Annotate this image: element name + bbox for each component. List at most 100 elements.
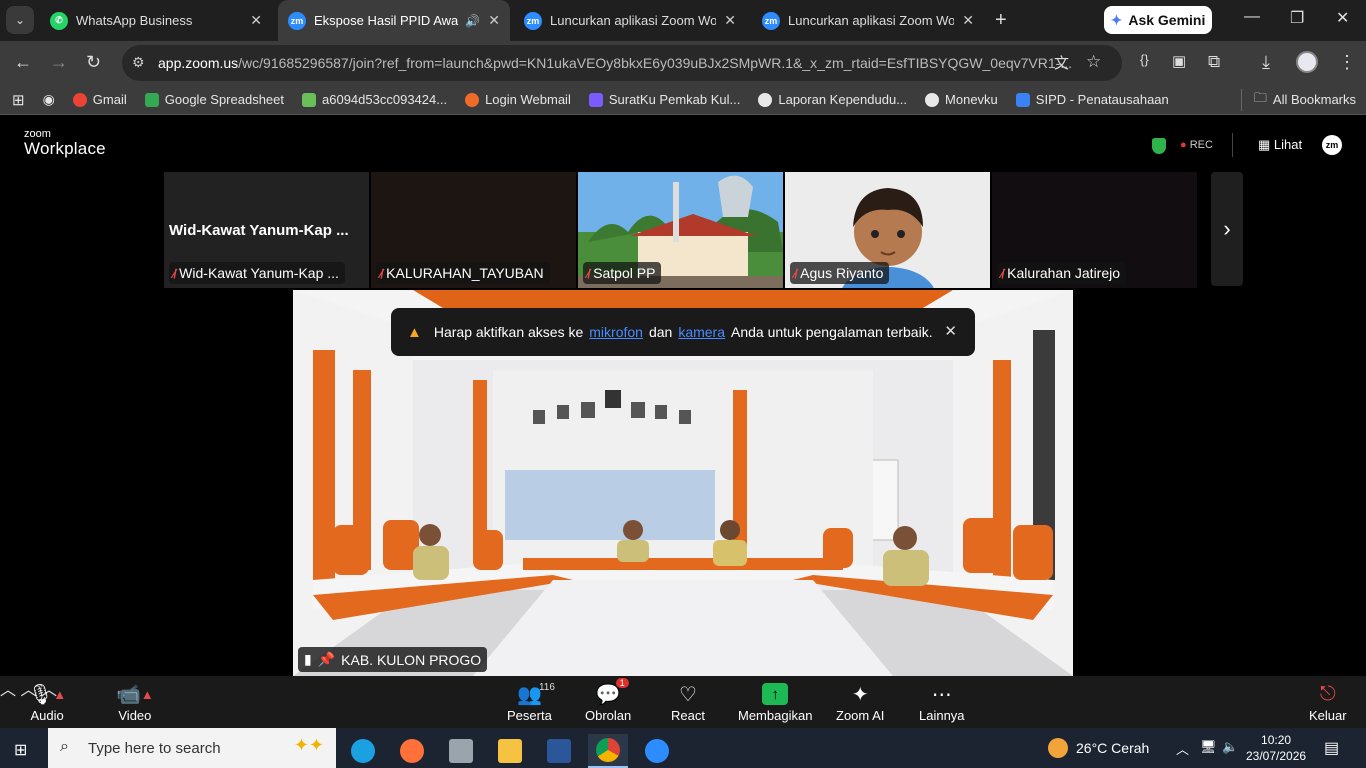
zoom-ai-button[interactable]: ✦ Zoom AI: [836, 680, 884, 724]
folder-icon: [498, 739, 522, 763]
camera-link[interactable]: kamera: [678, 324, 725, 340]
camera-icon[interactable]: ▣: [1172, 52, 1186, 70]
download-icon[interactable]: ⤓: [1262, 52, 1270, 73]
globe-icon[interactable]: ◉: [43, 91, 55, 108]
close-icon[interactable]: ✕: [944, 322, 957, 340]
participant-label: ⁄̸ KALURAHAN_TAYUBAN: [376, 262, 550, 284]
minimize-icon[interactable]: —: [1244, 8, 1260, 26]
zoom-app[interactable]: [637, 734, 677, 768]
leave-button[interactable]: ⎋ Keluar: [1309, 680, 1347, 724]
participants-button[interactable]: 👥 116 Peserta: [507, 680, 555, 723]
notification-icon[interactable]: ▤: [1324, 738, 1339, 758]
system-clock[interactable]: 10:20 23/07/2026: [1246, 732, 1306, 764]
pin-icon: 📌: [317, 651, 336, 667]
tab-search-button[interactable]: ⌄: [6, 6, 34, 34]
muted-mic-icon: ⁄̸: [794, 265, 797, 281]
audio-button[interactable]: 🎙 ▲ Audio: [28, 680, 67, 724]
profile-avatar[interactable]: [1296, 51, 1318, 73]
close-tab-icon[interactable]: ✕: [488, 12, 500, 29]
sheets-icon: [144, 92, 159, 107]
word-app[interactable]: [539, 734, 579, 768]
address-bar[interactable]: app.zoom.us/wc/91685296587/join?ref_from…: [122, 45, 1122, 81]
zoom-workplace-logo: zoom Workplace: [24, 128, 106, 158]
new-tab-icon[interactable]: +: [995, 9, 1007, 32]
view-button[interactable]: ▦ Lihat: [1258, 137, 1302, 153]
bookmark-gmail[interactable]: Gmail: [72, 92, 127, 107]
tab-ekspose[interactable]: zm Ekspose Hasil PPID Award 🔊 ✕: [278, 0, 510, 41]
all-bookmarks[interactable]: 🗀 All Bookmarks: [1240, 88, 1356, 111]
extensions-icon[interactable]: ⧉: [1208, 52, 1220, 72]
tray-chevron-icon[interactable]: ︿: [1176, 739, 1189, 758]
apps-grid-icon[interactable]: ⊞: [12, 91, 25, 109]
bookmark-webmail[interactable]: Login Webmail: [465, 92, 571, 107]
file-explorer-app[interactable]: [490, 734, 530, 768]
participant-tile[interactable]: ⁄̸ KALURAHAN_TAYUBAN: [371, 172, 576, 288]
network-icon[interactable]: 🖥: [1200, 739, 1217, 755]
speaker-label: ▮ 📌 KAB. KULON PROGO: [298, 647, 488, 672]
close-tab-icon[interactable]: ✕: [724, 12, 736, 29]
more-button[interactable]: ⋯ Lainnya: [919, 680, 965, 724]
chrome-icon: [596, 738, 620, 762]
zoom-account-avatar[interactable]: zm: [1322, 135, 1342, 155]
weather-widget[interactable]: 26°C Cerah: [1048, 738, 1149, 758]
bookmark-a6094[interactable]: a6094d53cc093424...: [302, 92, 447, 107]
next-page-chevron-icon[interactable]: ›: [1211, 172, 1243, 286]
bookmark-spreadsheet[interactable]: Google Spreadsheet: [144, 92, 284, 107]
restore-icon[interactable]: ❐: [1290, 8, 1304, 28]
menu-icon[interactable]: ⋮: [1338, 52, 1356, 73]
close-tab-icon[interactable]: ✕: [250, 12, 262, 29]
gemini-icon: ✦: [1110, 11, 1123, 28]
windows-taskbar: ⊞ ⌕ Type here to search ✦✦ 26°C Cerah ︿ …: [0, 728, 1366, 768]
taskbar-search[interactable]: ⌕ Type here to search ✦✦: [48, 728, 336, 768]
translate-icon[interactable]: 文: [1054, 52, 1069, 73]
permission-toast: ▲ Harap aktifkan akses ke mikrofon dan k…: [391, 308, 975, 356]
participant-tile[interactable]: ⁄̸ Agus Riyanto: [785, 172, 990, 288]
bookmark-star-icon[interactable]: ☆: [1086, 52, 1101, 72]
tab-whatsapp[interactable]: ✆ WhatsApp Business ✕: [40, 0, 272, 41]
extension-braces-icon[interactable]: {}: [1140, 52, 1149, 67]
site-info-icon[interactable]: ⚙: [132, 54, 145, 71]
participant-tile[interactable]: Wid-Kawat Yanum-Kap ... ⁄̸ Wid-Kawat Yanu…: [164, 172, 369, 288]
bookmark-laporan[interactable]: Laporan Kependudu...: [758, 92, 907, 107]
participant-tile[interactable]: ⁄̸ Satpol PP: [578, 172, 783, 288]
word-icon: [547, 739, 571, 763]
back-icon[interactable]: ←: [14, 52, 32, 73]
close-window-icon[interactable]: ✕: [1336, 8, 1349, 28]
globe-icon: [925, 92, 940, 107]
volume-icon[interactable]: 🔈: [1222, 739, 1238, 755]
bookmark-monevku[interactable]: Monevku: [925, 92, 998, 107]
chat-button[interactable]: 💬 1 Obrolan: [585, 678, 631, 723]
video-off-warning-icon: 📹 ▲: [116, 683, 154, 706]
tab-luncurkan-1[interactable]: zm Luncurkan aplikasi Zoom Workp ✕: [514, 0, 746, 41]
firefox-icon: [400, 739, 424, 763]
windows-start-icon[interactable]: ⊞: [14, 740, 27, 760]
audio-options-caret-icon[interactable]: ︿: [0, 682, 16, 699]
muted-mic-warning-icon: 🎙 ▲: [28, 683, 67, 706]
speaker-icon[interactable]: 🔊: [465, 14, 480, 28]
ask-gemini-button[interactable]: ✦ Ask Gemini: [1104, 6, 1212, 34]
recording-indicator[interactable]: ● REC: [1180, 139, 1213, 151]
tab-luncurkan-2[interactable]: zm Luncurkan aplikasi Zoom Workp ✕: [752, 0, 984, 41]
participant-label: ⁄̸ Kalurahan Jatirejo: [997, 262, 1127, 284]
encryption-shield-icon[interactable]: [1152, 138, 1166, 154]
weather-sun-icon: [1048, 738, 1068, 758]
close-tab-icon[interactable]: ✕: [962, 12, 974, 29]
reload-icon[interactable]: ↻: [86, 52, 101, 73]
edge-icon: [351, 739, 375, 763]
warning-icon: ▲: [407, 323, 422, 341]
edge-app[interactable]: [343, 734, 383, 768]
share-button[interactable]: ↑ Membagikan: [738, 680, 812, 723]
bookmark-sipd[interactable]: SIPD - Penatausahaan: [1015, 92, 1169, 107]
firefox-app[interactable]: [392, 734, 432, 768]
folder-icon: 🗀: [1253, 89, 1267, 105]
photo-app[interactable]: [441, 734, 481, 768]
zoom-header: zoom Workplace ● REC ▦ Lihat zm: [0, 121, 1366, 169]
react-button[interactable]: ♡ React: [671, 680, 705, 724]
forward-icon[interactable]: →: [50, 52, 68, 73]
participant-tile[interactable]: ⁄̸ Kalurahan Jatirejo: [992, 172, 1197, 288]
chrome-app[interactable]: [588, 734, 628, 768]
video-button[interactable]: 📹 ▲ Video: [116, 680, 154, 724]
bookmark-suratku[interactable]: SuratKu Pemkab Kul...: [588, 92, 740, 107]
microphone-link[interactable]: mikrofon: [589, 324, 643, 340]
more-dots-icon: ⋯: [931, 683, 952, 706]
